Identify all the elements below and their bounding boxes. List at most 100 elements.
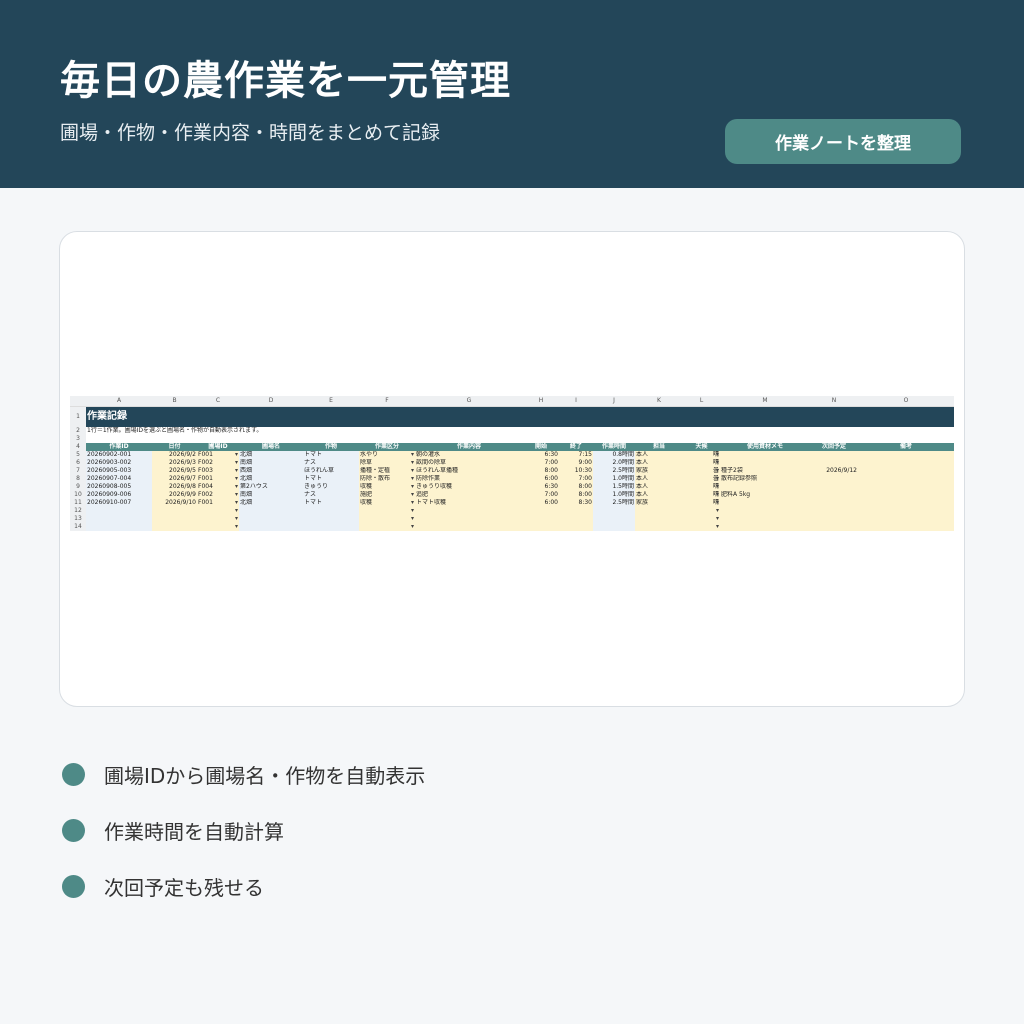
dropdown-arrow-icon[interactable]: ▾ — [411, 475, 414, 483]
cell-content[interactable]: 防除作業 — [415, 475, 523, 483]
cell-staff[interactable] — [635, 507, 683, 515]
dropdown-arrow-icon[interactable]: ▾ — [411, 451, 414, 459]
cell-hours[interactable] — [593, 523, 635, 531]
cell-field-id[interactable]: ▾ — [197, 523, 239, 531]
cell-staff[interactable]: 家族 — [635, 467, 683, 475]
cell-staff[interactable]: 本人 — [635, 459, 683, 467]
cell-category[interactable]: 水やり ▾ — [359, 451, 415, 459]
cell-category[interactable]: 防除・散布 ▾ — [359, 475, 415, 483]
cell-field-id[interactable]: ▾ — [197, 515, 239, 523]
cell-memo[interactable]: 肥料A 5kg — [720, 491, 810, 499]
cell-field-id[interactable]: F001 ▾ — [197, 499, 239, 507]
cell-id[interactable] — [86, 515, 152, 523]
cell-id[interactable]: 20260903-002 — [86, 459, 152, 467]
cell-next[interactable] — [810, 451, 858, 459]
dropdown-arrow-icon[interactable]: ▾ — [411, 483, 414, 491]
dropdown-arrow-icon[interactable]: ▾ — [235, 507, 238, 515]
cell-memo[interactable] — [720, 523, 810, 531]
cell-content[interactable]: トマト収穫 — [415, 499, 523, 507]
cell-end[interactable]: 7:15 — [559, 451, 593, 459]
cell-date[interactable] — [152, 507, 197, 515]
cell-hours[interactable]: 1.0時間 — [593, 475, 635, 483]
cell-weather[interactable]: 晴 ▾ — [683, 451, 720, 459]
cell-hours[interactable] — [593, 515, 635, 523]
cell-category[interactable]: ▾ — [359, 515, 415, 523]
cell-start[interactable] — [523, 507, 559, 515]
cell-field-name[interactable]: 南畑 — [239, 491, 303, 499]
cell-category[interactable]: ▾ — [359, 507, 415, 515]
cell-crop[interactable]: ナス — [303, 459, 359, 467]
cell-start[interactable]: 8:00 — [523, 467, 559, 475]
cell-field-id[interactable]: F001 ▾ — [197, 475, 239, 483]
cell-remark[interactable] — [858, 467, 954, 475]
cell-weather[interactable]: 曇 ▾ — [683, 475, 720, 483]
cell-field-name[interactable]: 西畑 — [239, 467, 303, 475]
cell-date[interactable]: 2026/9/7 — [152, 475, 197, 483]
cell-end[interactable]: 8:00 — [559, 491, 593, 499]
cell-field-id[interactable]: F002 ▾ — [197, 459, 239, 467]
cell-category[interactable]: 収穫 ▾ — [359, 499, 415, 507]
cell-hours[interactable] — [593, 507, 635, 515]
cell-next[interactable] — [810, 507, 858, 515]
cell-id[interactable]: 20260909-006 — [86, 491, 152, 499]
cell-date[interactable]: 2026/9/9 — [152, 491, 197, 499]
cell-end[interactable]: 8:00 — [559, 483, 593, 491]
cell-date[interactable]: 2026/9/10 — [152, 499, 197, 507]
dropdown-arrow-icon[interactable]: ▾ — [235, 459, 238, 467]
cell-memo[interactable] — [720, 499, 810, 507]
dropdown-arrow-icon[interactable]: ▾ — [716, 499, 719, 507]
cell-memo[interactable]: 種子2袋 — [720, 467, 810, 475]
dropdown-arrow-icon[interactable]: ▾ — [411, 491, 414, 499]
cell-start[interactable]: 6:30 — [523, 451, 559, 459]
cell-next[interactable] — [810, 459, 858, 467]
cell-crop[interactable] — [303, 515, 359, 523]
cell-end[interactable]: 7:00 — [559, 475, 593, 483]
cell-content[interactable]: きゅうり収穫 — [415, 483, 523, 491]
cell-next[interactable] — [810, 491, 858, 499]
cell-remark[interactable] — [858, 507, 954, 515]
cell-staff[interactable]: 家族 — [635, 499, 683, 507]
cell-content[interactable] — [415, 507, 523, 515]
cell-remark[interactable] — [858, 499, 954, 507]
dropdown-arrow-icon[interactable]: ▾ — [235, 523, 238, 531]
cell-next[interactable] — [810, 475, 858, 483]
cell-remark[interactable] — [858, 475, 954, 483]
dropdown-arrow-icon[interactable]: ▾ — [716, 507, 719, 515]
cell-remark[interactable] — [858, 523, 954, 531]
dropdown-arrow-icon[interactable]: ▾ — [235, 483, 238, 491]
cell-weather[interactable]: ▾ — [683, 515, 720, 523]
cell-id[interactable]: 20260905-003 — [86, 467, 152, 475]
cell-end[interactable] — [559, 523, 593, 531]
dropdown-arrow-icon[interactable]: ▾ — [411, 507, 414, 515]
cell-start[interactable]: 6:00 — [523, 499, 559, 507]
cell-next[interactable] — [810, 483, 858, 491]
cell-start[interactable] — [523, 523, 559, 531]
dropdown-arrow-icon[interactable]: ▾ — [411, 499, 414, 507]
cell-start[interactable]: 6:00 — [523, 475, 559, 483]
cell-staff[interactable] — [635, 523, 683, 531]
cell-field-id[interactable]: F001 ▾ — [197, 451, 239, 459]
cell-field-id[interactable]: F004 ▾ — [197, 483, 239, 491]
dropdown-arrow-icon[interactable]: ▾ — [716, 475, 719, 483]
dropdown-arrow-icon[interactable]: ▾ — [716, 483, 719, 491]
cell-end[interactable]: 8:30 — [559, 499, 593, 507]
cell-field-id[interactable]: ▾ — [197, 507, 239, 515]
cell-content[interactable] — [415, 523, 523, 531]
cell-staff[interactable]: 本人 — [635, 451, 683, 459]
cell-category[interactable]: ▾ — [359, 523, 415, 531]
dropdown-arrow-icon[interactable]: ▾ — [411, 467, 414, 475]
cell-field-name[interactable]: 南畑 — [239, 459, 303, 467]
cell-weather[interactable]: 晴 ▾ — [683, 491, 720, 499]
cell-field-id[interactable]: F002 ▾ — [197, 491, 239, 499]
cell-remark[interactable] — [858, 491, 954, 499]
cell-category[interactable]: 収穫 ▾ — [359, 483, 415, 491]
cell-weather[interactable]: 曇 ▾ — [683, 467, 720, 475]
cell-content[interactable]: 追肥 — [415, 491, 523, 499]
cell-crop[interactable]: トマト — [303, 499, 359, 507]
cell-field-id[interactable]: F003 ▾ — [197, 467, 239, 475]
cell-weather[interactable]: 晴 ▾ — [683, 499, 720, 507]
cell-id[interactable]: 20260908-005 — [86, 483, 152, 491]
cell-memo[interactable]: 散布記録参照 — [720, 475, 810, 483]
cell-crop[interactable]: トマト — [303, 451, 359, 459]
dropdown-arrow-icon[interactable]: ▾ — [716, 451, 719, 459]
